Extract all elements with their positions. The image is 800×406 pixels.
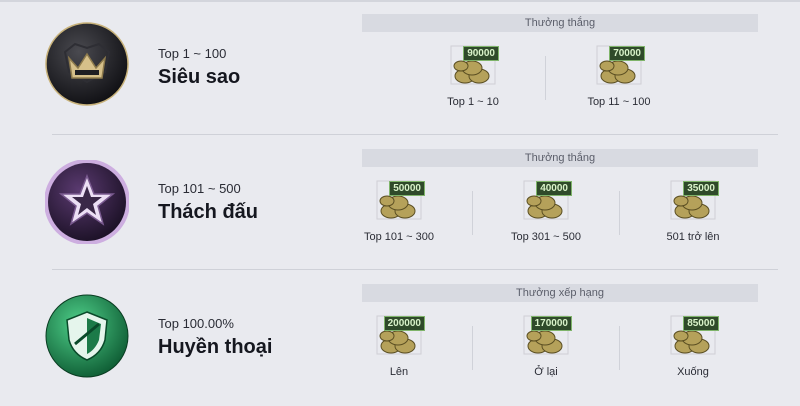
tier-legend: Top 100.00% Huyền thoại Thưởng xếp hạng … (0, 270, 800, 404)
reward-separator (545, 56, 546, 100)
coin-pile-icon: 40000 (522, 179, 572, 221)
reward-label: Top 1 ~ 10 (447, 96, 499, 108)
star-icon (45, 160, 129, 244)
shield-icon (45, 294, 129, 378)
reward-item: 200000 Lên (354, 314, 444, 378)
rank-name: Thách đấu (158, 201, 259, 223)
coin-pile-icon: 50000 (375, 179, 425, 221)
tier-challenger: Top 101 ~ 500 Thách đấu Thưởng thắng 500… (0, 135, 800, 270)
tier-superstar: Top 1 ~ 100 Siêu sao Thưởng thắng 90000 … (0, 0, 800, 135)
reward-header: Thưởng thắng (362, 14, 758, 32)
reward-amount: 200000 (383, 316, 425, 331)
coin-pile-icon: 170000 (522, 314, 572, 356)
coin-pile-icon: 90000 (449, 44, 499, 86)
reward-amount: 170000 (530, 316, 572, 331)
reward-item: 70000 Top 11 ~ 100 (574, 44, 664, 108)
reward-separator (619, 326, 620, 370)
reward-amount: 85000 (683, 316, 719, 331)
reward-header: Thưởng thắng (362, 149, 758, 167)
reward-amount: 90000 (463, 46, 499, 61)
rank-range: Top 1 ~ 100 (158, 46, 227, 61)
reward-label: Ở lại (534, 366, 558, 378)
coin-pile-icon: 200000 (375, 314, 425, 356)
reward-amount: 40000 (536, 181, 572, 196)
rank-name: Huyền thoại (158, 336, 273, 358)
badge-challenger (45, 160, 129, 244)
reward-separator (619, 191, 620, 235)
reward-amount: 35000 (683, 181, 719, 196)
reward-amount: 70000 (609, 46, 645, 61)
reward-item: 35000 501 trở lên (648, 179, 738, 243)
rank-range: Top 101 ~ 500 (158, 181, 241, 196)
coin-pile-icon: 85000 (669, 314, 719, 356)
reward-item: 85000 Xuống (648, 314, 738, 378)
reward-separator (472, 326, 473, 370)
badge-superstar (45, 22, 129, 106)
reward-label: Top 101 ~ 300 (363, 231, 435, 243)
reward-header: Thưởng xếp hạng (362, 284, 758, 302)
reward-label: Xuống (677, 366, 709, 378)
reward-item: 50000 Top 101 ~ 300 (354, 179, 444, 243)
coin-pile-icon: 35000 (669, 179, 719, 221)
rank-name: Siêu sao (158, 66, 241, 88)
reward-separator (472, 191, 473, 235)
reward-item: 90000 Top 1 ~ 10 (428, 44, 518, 108)
reward-item: 40000 Top 301 ~ 500 (501, 179, 591, 243)
reward-label: Lên (389, 366, 409, 378)
reward-amount: 50000 (389, 181, 425, 196)
reward-label: Top 301 ~ 500 (510, 231, 582, 243)
reward-item: 170000 Ở lại (501, 314, 591, 378)
coin-pile-icon: 70000 (595, 44, 645, 86)
reward-label: 501 trở lên (666, 231, 720, 243)
badge-legend (45, 294, 129, 378)
rank-range: Top 100.00% (158, 316, 234, 331)
crown-icon (45, 22, 129, 106)
reward-label: Top 11 ~ 100 (587, 96, 651, 108)
